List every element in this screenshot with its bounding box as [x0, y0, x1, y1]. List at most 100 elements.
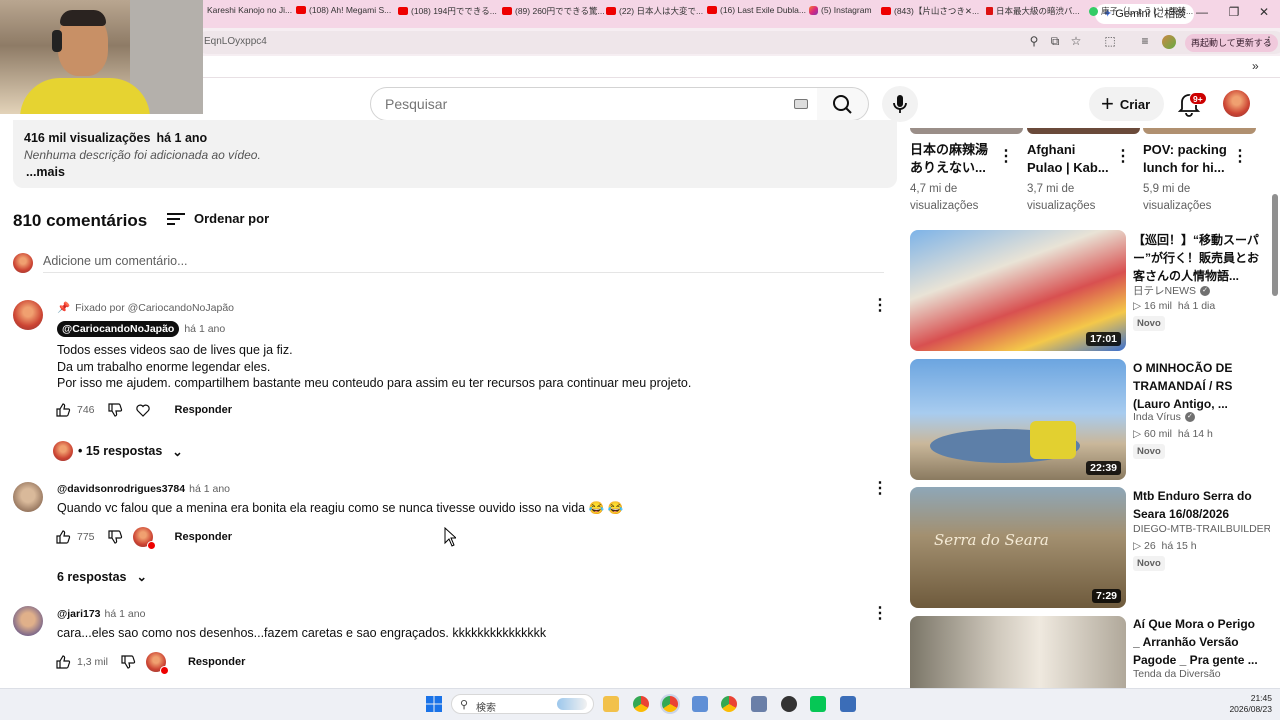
video-title[interactable]: 【巡回！】“移動スーパー”が行く！販売員とお客さんの人情物語... — [1133, 231, 1261, 285]
video-title[interactable]: POV: packing lunch for hi... — [1143, 141, 1227, 177]
comment-age[interactable]: há 1 ano — [189, 483, 230, 495]
notepad-icon[interactable] — [692, 696, 708, 712]
comment-menu-icon[interactable]: ⋮ — [872, 481, 888, 497]
video-menu-icon[interactable]: ⋮ — [1115, 149, 1131, 165]
video-title[interactable]: Mtb Enduro Serra do Seara 16/08/2026 — [1133, 487, 1261, 523]
chrome-active-icon[interactable] — [662, 696, 678, 712]
avatar[interactable] — [13, 606, 43, 636]
youtube-icon — [881, 7, 891, 15]
calendar-icon[interactable] — [840, 696, 856, 712]
comment-author[interactable]: @CariocandoNoJapão — [57, 321, 180, 337]
video-title[interactable]: O MINHOCÃO DE TRAMANDAÍ / RS (Lauro Anti… — [1133, 359, 1261, 413]
taskbar-search[interactable]: ⚲ 検索 — [451, 694, 594, 714]
reply-button[interactable]: Responder — [188, 656, 245, 668]
bookmark-item[interactable]: (843)【片山さつき✕... — [881, 5, 979, 17]
keyboard-icon[interactable] — [794, 99, 808, 109]
dislike-icon[interactable] — [107, 402, 123, 418]
youtube-icon — [707, 6, 717, 14]
bookmark-item[interactable]: (16) Last Exile Dubla... — [707, 5, 806, 15]
like-count: 746 — [77, 404, 95, 416]
dislike-icon[interactable] — [120, 654, 136, 670]
profile-avatar[interactable] — [1162, 35, 1176, 49]
video-title[interactable]: Afghani Pulao | Kab... — [1027, 141, 1111, 177]
video-menu-icon[interactable]: ⋮ — [998, 149, 1014, 165]
comment-author[interactable]: @davidsonrodrigues3784 — [57, 483, 185, 495]
bookmark-item[interactable]: (5) Instagram — [809, 5, 872, 15]
video-thumbnail[interactable]: Serra do Seara 7:29 — [910, 487, 1126, 608]
windows-start-icon[interactable] — [426, 696, 442, 712]
comment-age[interactable]: há 1 ano — [184, 323, 225, 335]
extensions-icon[interactable]: ⬚ — [1103, 34, 1117, 48]
channel-name[interactable]: Inda Vírus ✓ — [1133, 411, 1195, 423]
avatar[interactable] — [13, 482, 43, 512]
sort-button[interactable]: Ordenar por — [167, 211, 269, 226]
taskbar-clock[interactable]: 21:45 2026/08/23 — [1222, 693, 1272, 715]
like-icon[interactable] — [55, 654, 71, 670]
channel-name[interactable]: 日テレNEWS ✓ — [1133, 283, 1210, 298]
browser-menu-icon[interactable]: ⋮ — [1262, 34, 1276, 48]
bookmark-item[interactable]: 庫子（しょうじ）張替... — [1089, 5, 1193, 17]
bookmark-item[interactable]: (89) 260円でできる驚... — [502, 5, 605, 17]
bookmark-star-icon[interactable]: ☆ — [1069, 34, 1083, 48]
search-box[interactable] — [370, 87, 818, 121]
video-title[interactable]: 日本の麻辣湯ありえない... — [910, 141, 994, 177]
comment-menu-icon[interactable]: ⋮ — [872, 298, 888, 314]
user-avatar[interactable] — [1223, 90, 1250, 117]
comment-author[interactable]: @jari173 — [57, 608, 101, 620]
search-input[interactable] — [385, 96, 765, 112]
view-replies-button[interactable]: 6 respostas ⌄ — [57, 569, 147, 585]
comment-age[interactable]: há 1 ano — [105, 608, 146, 620]
video-thumbnail[interactable]: 17:01 — [910, 230, 1126, 351]
show-more-link[interactable]: ...mais — [26, 165, 65, 179]
bookmark-label: (89) 260円でできる驚... — [515, 6, 605, 16]
comment-line: Por isso me ajudem. compartilhem bastant… — [57, 376, 692, 390]
video-thumbnail[interactable] — [1027, 128, 1140, 134]
video-menu-icon[interactable]: ⋮ — [1232, 149, 1248, 165]
search-button[interactable] — [817, 87, 869, 121]
chrome-profile-icon[interactable] — [721, 696, 737, 712]
bookmark-item[interactable]: Kareshi Kanojo no Ji... — [207, 5, 292, 15]
like-icon[interactable] — [55, 402, 71, 418]
line-icon[interactable] — [810, 696, 826, 712]
bookmark-item[interactable]: 日本最大級の暗渋バ... — [986, 5, 1080, 17]
address-bar[interactable]: EqnLOyxppc4 — [196, 31, 1280, 54]
channel-name[interactable]: Tenda da Diversão — [1133, 668, 1221, 680]
calculator-icon[interactable] — [751, 696, 767, 712]
voice-search-button[interactable] — [882, 86, 918, 122]
heart-icon[interactable] — [135, 402, 151, 418]
video-stats: 416 mil visualizações há 1 ano — [24, 131, 213, 145]
close-icon[interactable]: ✕ — [1254, 5, 1274, 19]
bookmark-item[interactable]: (22) 日本人は大変で... — [606, 5, 703, 17]
maximize-icon[interactable]: ❐ — [1224, 5, 1244, 19]
install-icon[interactable]: ⧉ — [1048, 34, 1062, 48]
video-thumbnail[interactable] — [910, 128, 1023, 134]
bookmark-item[interactable]: (108) Ah! Megami S... — [296, 5, 391, 15]
comment-menu-icon[interactable]: ⋮ — [872, 606, 888, 622]
video-thumbnail[interactable]: 22:39 — [910, 359, 1126, 480]
bookmark-item[interactable]: (108) 194円でできる... — [398, 5, 497, 17]
reply-button[interactable]: Responder — [175, 404, 232, 416]
obs-icon[interactable] — [781, 696, 797, 712]
file-explorer-icon[interactable] — [603, 696, 619, 712]
view-replies-button[interactable]: • 15 respostas ⌄ — [53, 441, 183, 461]
avatar[interactable] — [13, 300, 43, 330]
video-description[interactable]: 416 mil visualizações há 1 ano Nenhuma de… — [13, 120, 897, 188]
video-thumbnail[interactable] — [910, 616, 1126, 688]
chevron-down-icon: ⌄ — [172, 444, 183, 459]
chrome-icon[interactable] — [633, 696, 649, 712]
channel-name[interactable]: DIEGO-MTB-TRAILBUILDER — [1133, 523, 1271, 535]
dislike-icon[interactable] — [107, 529, 123, 545]
like-icon[interactable] — [55, 529, 71, 545]
video-title[interactable]: Aí Que Mora o Perigo _ Arranhão Versão P… — [1133, 615, 1261, 669]
minimize-icon[interactable]: — — [1192, 5, 1212, 19]
reply-button[interactable]: Responder — [175, 531, 232, 543]
create-button[interactable]: + Criar — [1089, 87, 1165, 121]
add-comment-underline — [43, 272, 884, 273]
zoom-icon[interactable]: ⚲ — [1027, 34, 1041, 48]
video-thumbnail[interactable] — [1143, 128, 1256, 134]
bookmarks-overflow-icon[interactable]: » — [1252, 59, 1259, 73]
url-text: EqnLOyxppc4 — [204, 36, 267, 47]
scrollbar-thumb[interactable] — [1272, 194, 1278, 296]
media-queue-icon[interactable]: ≡ — [1138, 34, 1152, 48]
add-comment-input[interactable]: Adicione um comentário... — [43, 254, 188, 268]
